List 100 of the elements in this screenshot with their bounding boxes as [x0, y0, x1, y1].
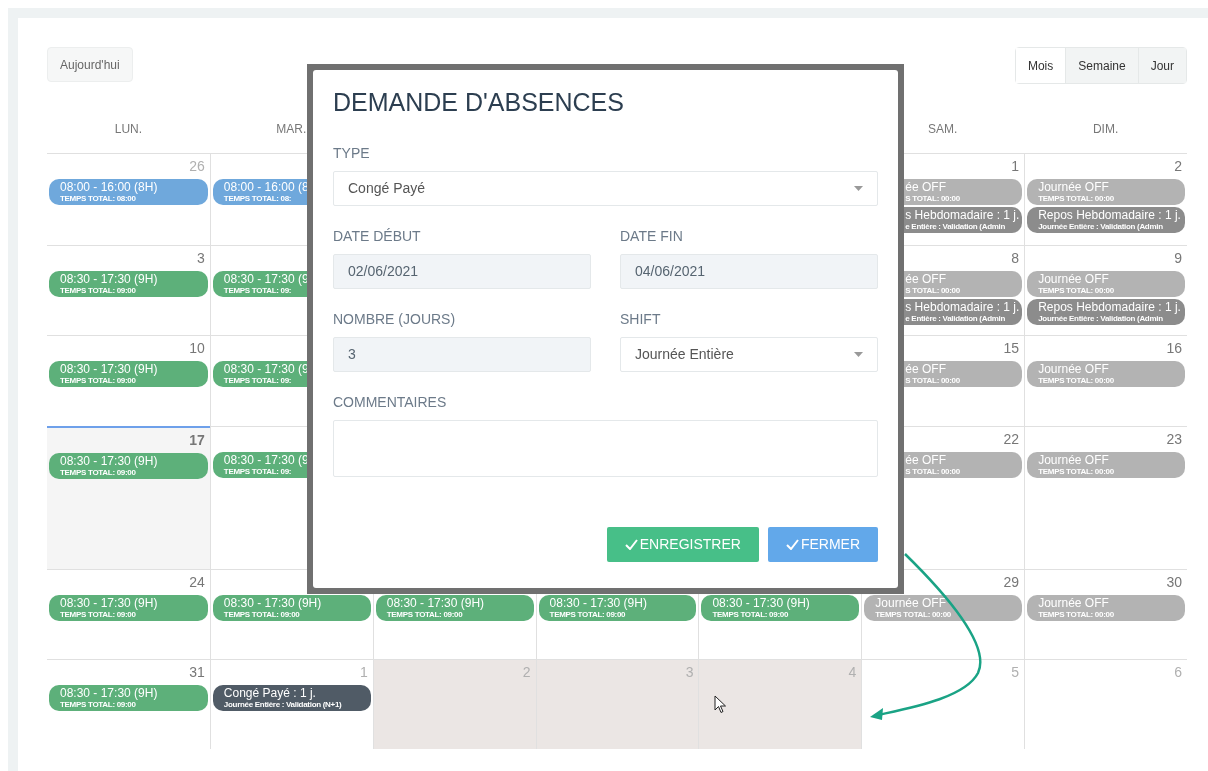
day-number: 3 [197, 249, 205, 268]
event-title: ée OFF [905, 180, 946, 194]
event-subtitle: TEMPS TOTAL: 00:00 [1038, 375, 1114, 386]
event-subtitle: TEMPS TOTAL: 00:00 [875, 609, 951, 620]
event-subtitle: TEMPS TOTAL: 08:00 [60, 193, 136, 204]
day-number: 22 [1003, 430, 1020, 449]
day-number: 3 [685, 663, 694, 682]
close-button[interactable]: FERMER [767, 527, 878, 562]
event-subtitle: TEMPS TOTAL: 00:00 [1038, 466, 1114, 477]
event-title: Congé Payé : 1 j. [223, 686, 316, 700]
event-title: ée OFF [905, 362, 946, 376]
day-number: 16 [1166, 339, 1182, 358]
check-icon [624, 539, 638, 550]
calendar-event[interactable]: 08:30 - 17:30 (9H) TEMPS TOTAL: 09:00 [49, 361, 208, 387]
calendar-event[interactable]: Congé Payé : 1 j. Journée Entière : Validation (N+1) [212, 685, 371, 711]
calendar-event[interactable]: 08:30 - 17:30 (9H) TEMPS TOTAL: 09:00 [212, 595, 371, 621]
event-title: Journée OFF [875, 596, 946, 610]
event-subtitle: TEMPS TOTAL: 09: [223, 466, 292, 477]
event-title: 08:30 - 17:30 (9H) [549, 596, 647, 610]
weekday-header: LUN. [114, 121, 143, 138]
day-cell[interactable]: 30 Journée OFF TEMPS TOTAL: 00:00 [1024, 570, 1187, 659]
field-label: SHIFT [620, 311, 661, 327]
event-subtitle: TEMPS TOTAL: 09:00 [60, 467, 136, 478]
event-title: 08:30 - 17:30 (9H) [60, 362, 158, 376]
select-field[interactable]: Congé Payé [333, 171, 878, 206]
today-button[interactable]: Aujourd'hui [47, 47, 133, 82]
day-number: 23 [1166, 430, 1182, 449]
day-number: 17 [189, 431, 205, 450]
day-cell[interactable]: 3 [535, 660, 699, 749]
calendar-event[interactable]: 08:00 - 16:00 (8H) TEMPS TOTAL: 08:00 [49, 179, 208, 205]
comment-field[interactable] [333, 420, 878, 477]
day-number: 2 [1174, 157, 1182, 176]
day-cell[interactable]: 10 08:30 - 17:30 (9H) TEMPS TOTAL: 09:00 [47, 336, 210, 426]
event-title: ée OFF [905, 272, 946, 286]
calendar-event[interactable]: Journée OFF TEMPS TOTAL: 00:00 [864, 595, 1023, 621]
event-subtitle: TEMPS TOTAL: 09: [223, 285, 292, 296]
event-subtitle: S TOTAL: 00:00 [905, 193, 960, 204]
event-subtitle: TEMPS TOTAL: 00:00 [1038, 609, 1114, 620]
day-cell[interactable]: 23 Journée OFF TEMPS TOTAL: 00:00 [1024, 427, 1187, 569]
event-title: ée OFF [905, 453, 946, 467]
day-number: 30 [1166, 573, 1182, 592]
day-cell[interactable]: 17 08:30 - 17:30 (9H) TEMPS TOTAL: 09:00 [47, 426, 210, 569]
event-title: Journée OFF [1038, 180, 1109, 194]
calendar-event[interactable]: Journée OFF TEMPS TOTAL: 00:00 [1027, 452, 1185, 478]
calendar-event[interactable]: Journée OFF TEMPS TOTAL: 00:00 [1027, 595, 1185, 621]
event-subtitle: e Entière : Validation (Admin [905, 221, 1006, 232]
event-subtitle: TEMPS TOTAL: 08: [223, 193, 292, 204]
day-number: 6 [1174, 663, 1182, 682]
calendar-event[interactable]: 08:30 - 17:30 (9H) TEMPS TOTAL: 09:00 [49, 453, 208, 479]
day-cell[interactable]: 3 08:30 - 17:30 (9H) TEMPS TOTAL: 09:00 [47, 246, 210, 335]
check-icon [785, 539, 799, 550]
view-tab[interactable]: Jour [1137, 48, 1186, 83]
day-cell[interactable]: 2 [372, 660, 536, 749]
event-subtitle: TEMPS TOTAL: 09:00 [60, 285, 136, 296]
weekday-header: SAM. [928, 121, 958, 138]
event-title: 08:00 - 16:00 (8H) [60, 180, 158, 194]
calendar-event[interactable]: Journée OFF TEMPS TOTAL: 00:00 [1027, 361, 1185, 387]
save-button[interactable]: ENREGISTRER [606, 527, 759, 562]
dialog-title: DEMANDE D'ABSENCES [333, 87, 624, 118]
calendar-event[interactable]: 08:30 - 17:30 (9H) TEMPS TOTAL: 09:00 [49, 685, 208, 711]
event-subtitle: TEMPS TOTAL: 09:00 [223, 609, 300, 620]
event-subtitle: TEMPS TOTAL: 09:00 [712, 609, 789, 620]
day-cell[interactable]: 1 Congé Payé : 1 j. Journée Entière : Validation (N+1) [209, 660, 373, 749]
event-subtitle: TEMPS TOTAL: 09:00 [386, 609, 463, 620]
day-number: 31 [189, 663, 205, 682]
calendar-event[interactable]: Repos Hebdomadaire : 1 j. Journée Entière : Validation (Admin [1027, 299, 1185, 325]
event-title: Journée OFF [1038, 362, 1109, 376]
calendar-event[interactable]: 08:30 - 17:30 (9H) TEMPS TOTAL: 09:00 [49, 271, 208, 297]
event-title: 08:30 - 17:30 (9H) [223, 596, 322, 610]
select-field[interactable]: Journée Entière [620, 337, 878, 372]
event-subtitle: TEMPS TOTAL: 09:00 [60, 375, 136, 386]
day-number: 29 [1003, 573, 1020, 592]
day-cell[interactable]: 6 [1024, 660, 1187, 749]
calendar-event[interactable]: 08:30 - 17:30 (9H) TEMPS TOTAL: 09:00 [701, 595, 860, 621]
calendar-event[interactable]: 08:30 - 17:30 (9H) TEMPS TOTAL: 09:00 [49, 595, 208, 621]
event-title: 08:30 - 17:30 (9H) [60, 686, 158, 700]
calendar-event[interactable]: Journée OFF TEMPS TOTAL: 00:00 [1027, 179, 1185, 205]
event-title: Journée OFF [1038, 272, 1109, 286]
event-subtitle: S TOTAL: 00:00 [905, 285, 960, 296]
day-cell[interactable]: 31 08:30 - 17:30 (9H) TEMPS TOTAL: 09:00 [47, 660, 210, 749]
calendar-event[interactable]: Repos Hebdomadaire : 1 j. Journée Entière : Validation (Admin [1027, 207, 1185, 233]
day-number: 10 [189, 339, 205, 358]
day-cell[interactable]: 26 08:00 - 16:00 (8H) TEMPS TOTAL: 08:00 [47, 154, 210, 245]
calendar-event[interactable]: 08:30 - 17:30 (9H) TEMPS TOTAL: 09:00 [538, 595, 697, 621]
day-cell[interactable]: 2 Journée OFF TEMPS TOTAL: 00:00 Repos Hebdomadaire : 1 j. Journée Entière : Validation (Admin [1024, 154, 1187, 245]
event-subtitle: TEMPS TOTAL: 09:00 [60, 699, 136, 710]
calendar-event[interactable]: Journée OFF TEMPS TOTAL: 00:00 [1027, 271, 1185, 297]
view-tab[interactable]: Semaine [1065, 48, 1138, 83]
event-subtitle: TEMPS TOTAL: 09:00 [60, 609, 136, 620]
day-cell[interactable]: 4 [698, 660, 862, 749]
day-cell[interactable]: 9 Journée OFF TEMPS TOTAL: 00:00 Repos Hebdomadaire : 1 j. Journée Entière : Validation (Admin [1024, 246, 1187, 335]
event-title: 08:30 - 17:30 (9H) [712, 596, 810, 610]
day-cell[interactable]: 24 08:30 - 17:30 (9H) TEMPS TOTAL: 09:00 [47, 570, 210, 659]
event-title: Repos Hebdomadaire : 1 j. [1038, 300, 1181, 314]
event-subtitle: Journée Entière : Validation (Admin [1038, 313, 1163, 324]
event-title: 08:30 - 17:30 (9H) [60, 272, 158, 286]
calendar-event[interactable]: 08:30 - 17:30 (9H) TEMPS TOTAL: 09:00 [375, 595, 534, 621]
event-subtitle: e Entière : Validation (Admin [905, 313, 1006, 324]
day-number: 2 [522, 663, 531, 682]
day-cell[interactable]: 16 Journée OFF TEMPS TOTAL: 00:00 [1024, 336, 1187, 426]
